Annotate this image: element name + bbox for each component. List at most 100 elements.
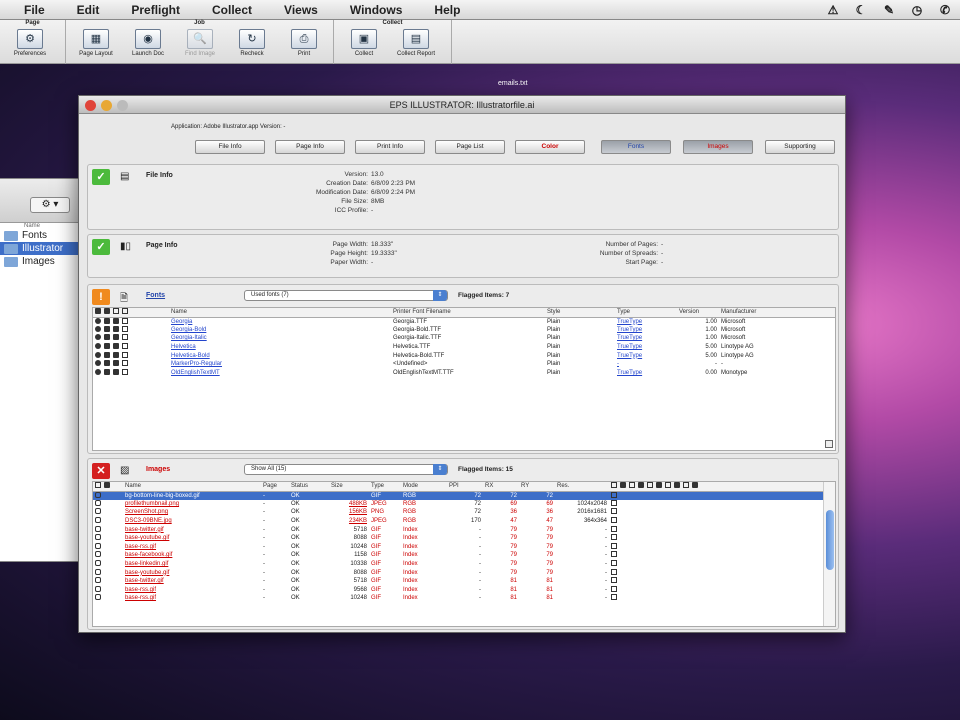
table-row[interactable]: base-rss.gif - OK 10248 GIF Index -81 81- (93, 594, 825, 603)
font-name[interactable]: Helvetica-Bold (169, 351, 391, 360)
moon-icon[interactable]: ☾ (852, 3, 870, 17)
images-title[interactable]: Images (146, 466, 170, 473)
page-layout-button[interactable]: ▦ Page Layout (74, 29, 118, 57)
table-row[interactable]: OldEnglishTextMT OldEnglishTextMT.TTF Plai… (93, 368, 835, 378)
table-row[interactable]: base-linkedin.gif - OK 10338 GIF Index -79 79- (93, 560, 825, 569)
images-column-status[interactable]: Status (289, 482, 329, 492)
table-row[interactable]: DSC3-09BNE.jpg - OK 234KB JPEG RGB 170 47 47 364x… (93, 517, 825, 526)
table-row[interactable]: base-youtube.gif - OK 8088 GIF Index -79 79- (93, 534, 825, 543)
finder-item-illustrator[interactable]: Illustrator (0, 242, 79, 255)
table-row[interactable]: ScreenShot.png - OK 156KB PNG RGB 72 36 36 2016x1… (93, 508, 825, 517)
print-button[interactable]: ⎙ Print (282, 29, 326, 57)
table-row[interactable]: base-rss.gif - OK 10248 GIF Index -79 79- (93, 542, 825, 552)
collect-report-button[interactable]: ▤ Collect Report (394, 29, 438, 57)
table-row[interactable]: MarkerPro-Regular <Undefined> Plain - - - (93, 360, 835, 369)
zoom-window-button[interactable] (117, 100, 128, 111)
table-row[interactable]: Georgia-Bold Georgia-Bold.TTF Plain TrueTyp… (93, 325, 835, 335)
finder-item-images[interactable]: Images (0, 255, 79, 268)
phone-icon[interactable]: ✆ (936, 3, 954, 17)
table-row[interactable]: Georgia-Italic Georgia-Italic.TTF Plain Tru… (93, 334, 835, 343)
find-image-button[interactable]: 🔍 Find Image (178, 29, 222, 57)
fonts-column-type[interactable]: Type (615, 308, 677, 318)
fonts-column-name[interactable]: Name (169, 308, 391, 318)
finder-item-fonts[interactable]: Fonts (0, 229, 79, 242)
warning-icon[interactable]: ⚠ (824, 3, 842, 17)
images-column-type[interactable]: Type (369, 482, 401, 492)
images-column-mode[interactable]: Mode (401, 482, 447, 492)
fonts-column-manufacturer[interactable]: Manufacturer (719, 308, 835, 318)
minimize-window-button[interactable] (101, 100, 112, 111)
table-row[interactable]: base-rss.gif - OK 9568 GIF Index -81 81- (93, 585, 825, 595)
image-name[interactable]: base-facebook.gif (123, 551, 261, 560)
fonts-title[interactable]: Fonts (146, 292, 165, 299)
tab-file-info[interactable]: File Info (195, 140, 265, 154)
image-name[interactable]: base-twitter.gif (123, 577, 261, 586)
image-name[interactable]: base-youtube.gif (123, 568, 261, 577)
images-column-name[interactable]: Name (123, 482, 261, 492)
menu-windows[interactable]: Windows (334, 3, 419, 17)
fonts-column-style[interactable]: Style (545, 308, 615, 318)
images-column-size[interactable]: Size (329, 482, 369, 492)
font-name[interactable]: MarkerPro-Regular (169, 360, 391, 369)
tab-print-info[interactable]: Print Info (355, 140, 425, 154)
menu-file[interactable]: File (8, 3, 61, 17)
image-name[interactable]: base-youtube.gif (123, 534, 261, 543)
menu-views[interactable]: Views (268, 3, 334, 17)
font-name[interactable]: Georgia-Italic (169, 334, 391, 343)
menu-preflight[interactable]: Preflight (115, 3, 196, 17)
menu-collect[interactable]: Collect (196, 3, 268, 17)
desktop-file-label[interactable]: emails.txt (498, 80, 528, 87)
table-row[interactable]: bg-bottom-line-big-boxed.gif - OK GIF RGB 72 7… (93, 491, 825, 500)
images-column-rx[interactable]: RX (483, 482, 519, 492)
table-row[interactable]: Georgia Georgia.TTF Plain TrueType 1.00 Micro… (93, 317, 835, 326)
image-name[interactable]: base-linkedin.gif (123, 560, 261, 569)
image-name[interactable]: base-rss.gif (123, 543, 261, 552)
tab-page-list[interactable]: Page List (435, 140, 505, 154)
menu-edit[interactable]: Edit (61, 3, 116, 17)
table-row[interactable]: base-youtube.gif - OK 8088 GIF Index -79 79- (93, 568, 825, 577)
tab-fonts[interactable]: Fonts (601, 140, 671, 154)
font-name[interactable]: Georgia (169, 317, 391, 326)
script-icon[interactable]: ✎ (880, 3, 898, 17)
font-name[interactable]: OldEnglishTextMT (169, 369, 391, 378)
image-name[interactable]: ScreenShot.png (123, 508, 261, 517)
launch-doc-button[interactable]: ◉ Launch Doc (126, 29, 170, 57)
fonts-column-printer-font-filename[interactable]: Printer Font Filename (391, 308, 545, 318)
images-column-page[interactable]: Page (261, 482, 289, 492)
images-filter-dropdown[interactable]: Show All (15) ⇕ (244, 464, 448, 475)
font-name[interactable]: Helvetica (169, 343, 391, 352)
table-row[interactable]: Helvetica Helvetica.TTF Plain TrueType 5.00 L… (93, 343, 835, 352)
tab-images[interactable]: Images (683, 140, 753, 154)
font-name[interactable]: Georgia-Bold (169, 326, 391, 335)
image-name[interactable]: base-rss.gif (123, 594, 261, 603)
menu-help[interactable]: Help (418, 3, 476, 17)
table-row[interactable]: base-twitter.gif - OK 5718 GIF Index -79 79- (93, 525, 825, 534)
close-window-button[interactable] (85, 100, 96, 111)
image-name[interactable]: bg-bottom-line-big-boxed.gif (123, 491, 261, 500)
image-name[interactable]: base-rss.gif (123, 586, 261, 595)
resize-handle[interactable] (825, 440, 833, 448)
collect-button[interactable]: ▣ Collect (342, 29, 386, 57)
clock-icon[interactable]: ◷ (908, 3, 926, 17)
preferences-button[interactable]: ⚙ Preferences (8, 29, 52, 57)
table-row[interactable]: base-twitter.gif - OK 5718 GIF Index -81 81- (93, 577, 825, 586)
tab-color[interactable]: Color (515, 140, 585, 154)
recheck-button[interactable]: ↻ Recheck (230, 29, 274, 57)
gear-icon[interactable]: ⚙ ▾ (30, 197, 70, 213)
image-name[interactable]: base-twitter.gif (123, 525, 261, 534)
images-scrollbar[interactable] (823, 482, 835, 626)
images-column-ry[interactable]: RY (519, 482, 555, 492)
image-name[interactable]: profilethumbnail.png (123, 500, 261, 509)
table-row[interactable]: base-facebook.gif - OK 1158 GIF Index -79 79- (93, 551, 825, 560)
images-column-ppi[interactable]: PPI (447, 482, 483, 492)
tab-page-info[interactable]: Page Info (275, 140, 345, 154)
tab-supporting[interactable]: Supporting (765, 140, 835, 154)
images-column-res[interactable]: Res. (555, 482, 609, 492)
image-status: OK (291, 586, 300, 593)
image-name[interactable]: DSC3-09BNE.jpg (123, 517, 261, 526)
scroll-thumb[interactable] (826, 510, 834, 570)
table-row[interactable]: Helvetica-Bold Helvetica-Bold.TTF Plain Tru… (93, 351, 835, 360)
fonts-column-version[interactable]: Version (677, 308, 719, 318)
table-row[interactable]: profilethumbnail.png - OK 488KB JPEG RGB 72 69 6… (93, 499, 825, 509)
fonts-filter-dropdown[interactable]: Used fonts (7) ⇕ (244, 290, 448, 301)
